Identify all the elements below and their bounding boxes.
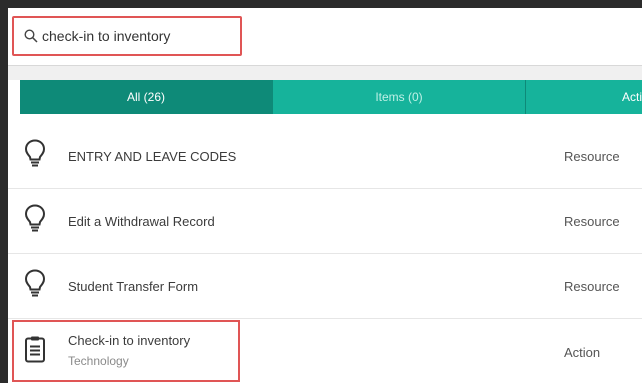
result-title: Edit a Withdrawal Record (68, 213, 215, 229)
result-type: Resource (564, 148, 620, 164)
result-type: Resource (564, 278, 620, 294)
result-subtitle: Technology (68, 354, 129, 368)
separator (8, 66, 642, 80)
search-field[interactable] (12, 16, 242, 56)
search-bar (8, 8, 642, 66)
clipboard-icon (24, 336, 46, 369)
result-title: ENTRY AND LEAVE CODES (68, 148, 237, 164)
results-list: ENTRY AND LEAVE CODES Resource Edit a Wi… (8, 124, 642, 383)
result-title: Check-in to inventory (68, 333, 191, 348)
result-type: Action (564, 344, 601, 360)
result-row[interactable]: Edit a Withdrawal Record Resource (8, 189, 642, 254)
lightbulb-icon (24, 204, 46, 239)
lightbulb-icon (24, 139, 46, 174)
tab-all-label: All (26) (126, 90, 165, 104)
tab-items[interactable]: Items (0) (272, 80, 525, 114)
tab-actions-label: Acti (621, 90, 642, 104)
search-input[interactable] (38, 28, 222, 44)
result-row[interactable]: ENTRY AND LEAVE CODES Resource (8, 124, 642, 189)
result-title: Student Transfer Form (68, 278, 199, 294)
lightbulb-icon (24, 269, 46, 304)
tab-actions[interactable]: Acti (525, 80, 642, 114)
highlight-box (12, 320, 240, 382)
result-type: Resource (564, 213, 620, 229)
filter-tabs: All (26) Items (0) Acti (20, 80, 642, 114)
result-row[interactable]: Check-in to inventory Technology Action (8, 319, 642, 383)
result-row[interactable]: Student Transfer Form Resource (8, 254, 642, 319)
search-icon (24, 29, 38, 43)
tab-items-label: Items (0) (375, 90, 423, 104)
tab-all[interactable]: All (26) (20, 80, 272, 114)
search-panel: All (26) Items (0) Acti ENTRY AND LEAVE … (8, 8, 642, 383)
